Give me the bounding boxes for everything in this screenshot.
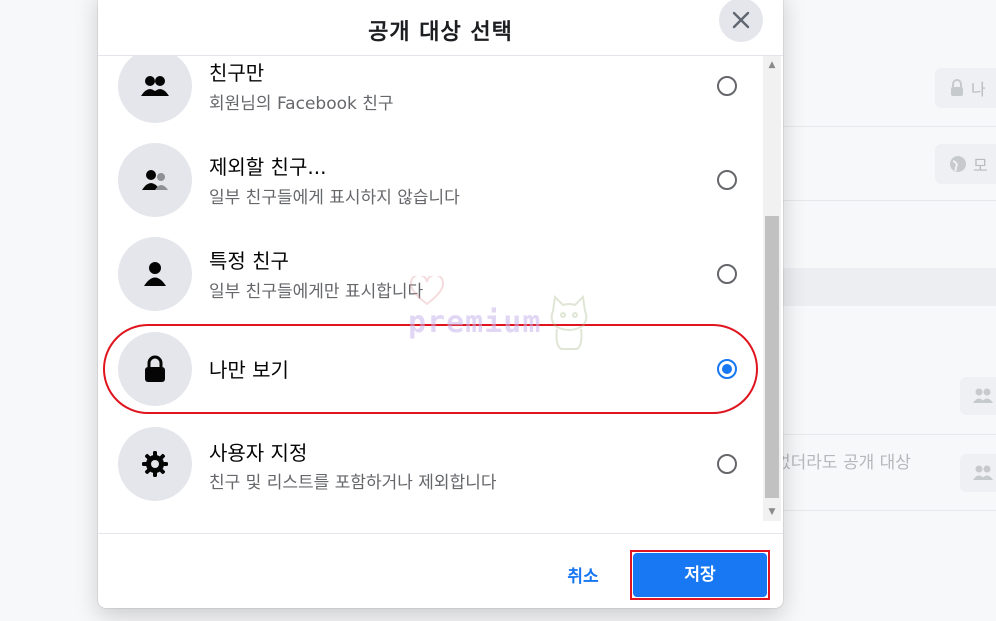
option-icon-circle: [118, 427, 192, 501]
option-description: 친구 및 리스트를 포함하거나 제외합니다: [209, 473, 497, 493]
option-label: 사용자 지정: [209, 441, 308, 465]
bg-section-band: [780, 268, 996, 306]
option-icon-circle: [118, 237, 192, 311]
option-radio[interactable]: [717, 454, 737, 474]
option-friends[interactable]: 친구만 회원님의 Facebook 친구: [98, 56, 763, 133]
bg-divider: [780, 510, 996, 511]
friends-icon: [973, 388, 993, 403]
scrollbar-thumb[interactable]: [765, 216, 779, 498]
friends-icon: [973, 465, 993, 480]
cancel-button[interactable]: 취소: [543, 559, 623, 595]
bg-privacy-button-public[interactable]: 모: [935, 144, 996, 184]
option-description: 일부 친구들에게만 표시합니다: [209, 282, 424, 302]
gear-icon: [142, 451, 168, 477]
option-description: 일부 친구들에게 표시하지 않습니다: [209, 188, 460, 208]
dialog-title: 공개 대상 선택: [368, 20, 513, 45]
friends-icon: [141, 76, 169, 96]
cat-watermark-icon: [550, 294, 588, 350]
person-icon: [144, 262, 166, 286]
dialog-header: 공개 대상 선택: [98, 0, 783, 56]
bg-friends-button[interactable]: [960, 377, 996, 415]
option-friends-except[interactable]: 제외할 친구... 일부 친구들에게 표시하지 않습니다: [98, 133, 763, 227]
heart-watermark-icon: [410, 276, 444, 306]
scroll-up-arrow-icon[interactable]: ▲: [763, 56, 781, 74]
friends-except-icon: [142, 170, 168, 190]
dialog-footer: 취소 저장: [98, 533, 783, 608]
bg-button-label: 나: [971, 80, 986, 99]
scrollbar[interactable]: ▲ ▼: [763, 56, 781, 521]
bg-divider: [780, 200, 996, 201]
option-icon-circle: [118, 143, 192, 217]
option-label: 특정 친구: [209, 249, 289, 273]
bg-divider: [780, 126, 996, 127]
bg-friends-button[interactable]: [960, 454, 996, 492]
option-radio[interactable]: [717, 170, 737, 190]
option-icon-circle: [118, 56, 192, 123]
lock-icon: [951, 79, 963, 96]
watermark-text: premium: [408, 305, 542, 340]
option-description: 회원님의 Facebook 친구: [209, 94, 394, 114]
save-button[interactable]: 저장: [633, 553, 767, 597]
close-button[interactable]: [719, 0, 763, 42]
option-radio[interactable]: [717, 264, 737, 284]
option-radio[interactable]: [717, 76, 737, 96]
option-label: 친구만: [209, 61, 265, 85]
bg-partial-text: 없더라도 공개 대상: [775, 453, 911, 473]
option-custom[interactable]: 사용자 지정 친구 및 리스트를 포함하거나 제외합니다: [98, 417, 763, 511]
bg-divider: [780, 434, 996, 435]
bg-button-label: 모: [973, 156, 988, 175]
globe-icon: [950, 156, 966, 172]
option-label: 제외할 친구...: [209, 155, 327, 179]
scroll-down-arrow-icon[interactable]: ▼: [763, 503, 781, 521]
bg-privacy-button-only-me[interactable]: 나: [935, 68, 996, 108]
close-icon: [732, 11, 750, 29]
